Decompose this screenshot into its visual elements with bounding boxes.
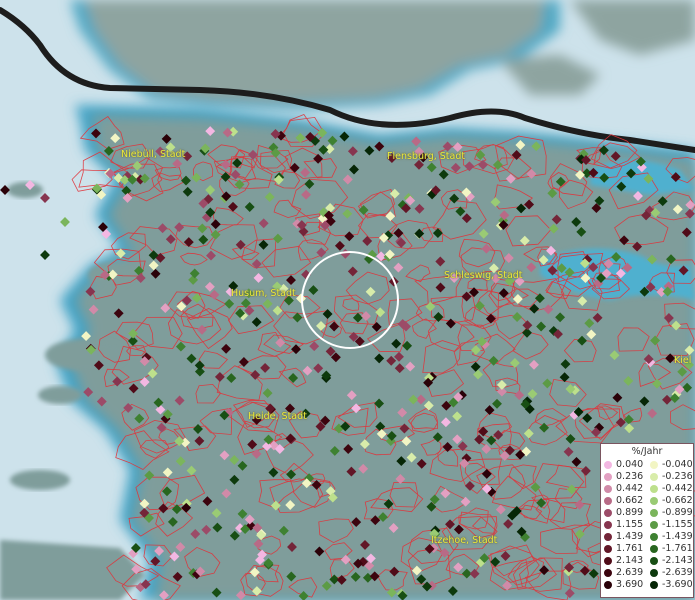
legend-swatch (650, 485, 658, 493)
legend-label: -2.143 (662, 555, 693, 566)
legend-swatch (604, 545, 612, 553)
legend-negative-entry: -1.439 (647, 531, 693, 543)
map-canvas[interactable] (0, 0, 695, 600)
legend-negative-entry: -2.143 (647, 555, 693, 567)
legend-label: 0.662 (616, 495, 644, 506)
legend-swatch (604, 521, 612, 529)
legend-row: 0.662 -0.662 (601, 495, 693, 507)
legend-row: 0.040 -0.040 (601, 459, 693, 471)
legend-negative-entry: -0.442 (647, 483, 693, 495)
legend-label: 0.236 (616, 471, 644, 482)
town-label-kiel: Kiel (674, 355, 692, 366)
legend-label: 2.143 (616, 555, 644, 566)
legend-row: 0.236 -0.236 (601, 471, 693, 483)
town-label-husum: Husum, Stadt (231, 288, 296, 299)
legend: %/Jahr 0.040 -0.040 0.236 -0.236 0.442 -0.442… (600, 443, 694, 598)
legend-label: -0.662 (662, 495, 693, 506)
legend-swatch (604, 485, 612, 493)
legend-negative-entry: -1.761 (647, 543, 693, 555)
legend-row: 0.899 -0.899 (601, 507, 693, 519)
town-label-heide: Heide, Stadt (248, 411, 307, 422)
legend-label: -1.439 (662, 531, 693, 542)
legend-negative-entry: -2.639 (647, 567, 693, 579)
legend-positive-entry: 3.690 (601, 579, 647, 591)
legend-positive-entry: 0.236 (601, 471, 647, 483)
legend-label: -0.236 (662, 471, 693, 482)
town-label-niebuell: Niebüll, Stadt (121, 149, 186, 160)
legend-label: -1.155 (662, 519, 693, 530)
legend-label: 2.639 (616, 567, 644, 578)
legend-label: 3.690 (616, 579, 644, 590)
legend-positive-entry: 0.899 (601, 507, 647, 519)
legend-label: 1.155 (616, 519, 644, 530)
legend-row: 1.439 -1.439 (601, 531, 693, 543)
legend-swatch (650, 533, 658, 541)
legend-label: -3.690 (662, 579, 693, 590)
town-label-flensburg: Flensburg, Stadt (387, 151, 466, 162)
legend-negative-entry: -0.236 (647, 471, 693, 483)
legend-positive-entry: 0.442 (601, 483, 647, 495)
legend-swatch (650, 473, 658, 481)
legend-swatch (604, 461, 612, 469)
legend-positive-entry: 1.439 (601, 531, 647, 543)
legend-label: -0.442 (662, 483, 693, 494)
legend-swatch (650, 497, 658, 505)
legend-label: -2.639 (662, 567, 693, 578)
legend-label: -0.899 (662, 507, 693, 518)
legend-row: 1.155 -1.155 (601, 519, 693, 531)
legend-row: 2.639 -2.639 (601, 567, 693, 579)
legend-negative-entry: -1.155 (647, 519, 693, 531)
legend-negative-entry: -0.662 (647, 495, 693, 507)
legend-positive-entry: 1.155 (601, 519, 647, 531)
legend-negative-entry: -0.040 (647, 459, 693, 471)
legend-swatch (604, 509, 612, 517)
legend-swatch (650, 509, 658, 517)
legend-swatch (604, 569, 612, 577)
legend-swatch (650, 557, 658, 565)
town-label-schleswig: Schleswig, Stadt (444, 270, 523, 281)
legend-negative-entry: -3.690 (647, 579, 693, 591)
legend-positive-entry: 2.639 (601, 567, 647, 579)
legend-swatch (650, 461, 658, 469)
legend-swatch (650, 581, 658, 589)
legend-swatch (650, 521, 658, 529)
town-label-itzehoe: Itzehoe, Stadt (431, 535, 498, 546)
legend-row: 0.442 -0.442 (601, 483, 693, 495)
legend-row: 1.761 -1.761 (601, 543, 693, 555)
legend-swatch (604, 473, 612, 481)
legend-positive-entry: 1.761 (601, 543, 647, 555)
legend-swatch (650, 545, 658, 553)
legend-title: %/Jahr (631, 446, 663, 457)
legend-label: 0.442 (616, 483, 644, 494)
legend-swatch (604, 581, 612, 589)
legend-label: 0.040 (616, 459, 644, 470)
legend-positive-entry: 0.040 (601, 459, 647, 471)
legend-positive-entry: 2.143 (601, 555, 647, 567)
legend-label: -1.761 (662, 543, 693, 554)
legend-swatch (604, 533, 612, 541)
legend-negative-entry: -0.899 (647, 507, 693, 519)
legend-label: -0.040 (662, 459, 693, 470)
legend-swatch (604, 557, 612, 565)
legend-positive-entry: 0.662 (601, 495, 647, 507)
legend-label: 1.761 (616, 543, 644, 554)
legend-label: 1.439 (616, 531, 644, 542)
legend-label: 0.899 (616, 507, 644, 518)
legend-swatch (604, 497, 612, 505)
legend-row: 3.690 -3.690 (601, 579, 693, 591)
legend-swatch (650, 569, 658, 577)
legend-row: 2.143 -2.143 (601, 555, 693, 567)
